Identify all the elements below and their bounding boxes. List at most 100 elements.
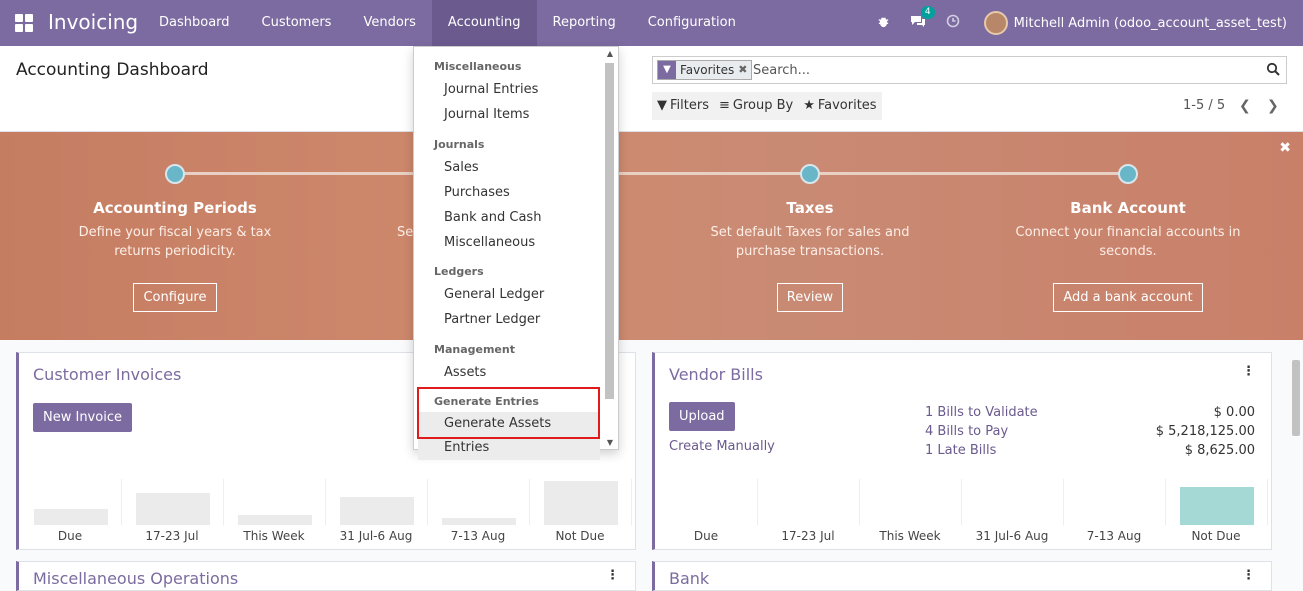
step-partial-text: Se [397,225,414,240]
pager-value[interactable]: 1-5 / 5 [1183,98,1225,113]
graph-bar[interactable] [1180,487,1254,525]
dropdown-scrollbar-thumb[interactable] [605,63,614,399]
graph-column [655,479,758,525]
menu-item-bank-and-cash[interactable]: Bank and Cash [444,210,541,225]
step-title: Bank Account [1070,199,1186,217]
misc-operations-card: Miscellaneous Operations ⋮ [16,561,636,591]
upload-button[interactable]: Upload [669,402,735,431]
graph-bar[interactable] [136,493,210,525]
menu-reporting[interactable]: Reporting [537,0,632,46]
group-by-icon: ≡ [718,98,730,113]
late-bills-link[interactable]: 1 Late Bills [925,441,996,460]
step-description: Define your fiscal years & tax returns pe… [78,225,272,259]
user-name[interactable]: Mitchell Admin (odoo_account_asset_test) [1014,16,1287,31]
bills-graph: Due 17-23 Jul This Week 31 Jul-6 Aug 7-1… [655,479,1271,549]
card-options-icon[interactable]: ⋮ [1242,568,1255,583]
page-scrollbar[interactable] [1290,352,1301,578]
bills-to-pay-link[interactable]: 4 Bills to Pay [925,422,1008,441]
graph-bar[interactable] [442,518,516,525]
graph-bar[interactable] [238,515,312,525]
bills-to-validate-link[interactable]: 1 Bills to Validate [925,403,1038,422]
progress-line [175,172,1130,175]
graph-label: 31 Jul-6 Aug [339,529,413,543]
invoices-graph: Due 17-23 Jul This Week 31 Jul-6 Aug 7-1… [19,479,635,549]
card-options-icon[interactable]: ⋮ [606,568,619,583]
pager-next-icon[interactable]: ❯ [1267,98,1279,114]
menu-item-sales[interactable]: Sales [444,160,479,175]
step-dot [165,164,185,184]
menu-vendors[interactable]: Vendors [347,0,431,46]
navbar-systray: 4 Mitchell Admin (odoo_account_asset_tes… [867,0,1287,46]
menu-configuration[interactable]: Configuration [632,0,752,46]
vendor-bills-stats: 1 Bills to Validate $ 0.00 4 Bills to Pay… [925,403,1255,460]
menu-item-partner-ledger[interactable]: Partner Ledger [444,312,540,327]
stat-value: $ 0.00 [1213,405,1255,420]
filter-funnel-icon: ▼ [658,61,676,79]
menu-item-miscellaneous[interactable]: Miscellaneous [444,235,535,250]
graph-label: This Week [879,529,941,543]
group-by-button[interactable]: ≡ Group By [714,92,798,120]
remove-facet-icon[interactable]: ✖ [738,61,751,79]
menu-dashboard[interactable]: Dashboard [143,0,246,46]
search-icon[interactable] [1266,62,1280,76]
filters-label: Filters [670,98,709,113]
menu-item-purchases[interactable]: Purchases [444,185,510,200]
graph-bar[interactable] [544,481,618,525]
step-dot [1118,164,1138,184]
stat-row: 4 Bills to Pay $ 5,218,125.00 [925,422,1255,441]
card-title[interactable]: Vendor Bills [669,365,763,384]
create-manually-link[interactable]: Create Manually [669,439,775,454]
new-invoice-button[interactable]: New Invoice [33,403,132,432]
card-title[interactable]: Customer Invoices [33,365,181,384]
group-by-label: Group By [732,98,794,113]
activity-clock-icon[interactable] [946,14,960,32]
stat-value: $ 5,218,125.00 [1155,424,1255,439]
menu-accounting[interactable]: Accounting [431,0,537,46]
graph-column [860,479,962,525]
page-title: Accounting Dashboard [16,60,209,80]
apps-menu-icon[interactable] [15,14,33,32]
card-options-icon[interactable]: ⋮ [1242,364,1255,379]
step-dot [800,164,820,184]
pager-previous-icon[interactable]: ❮ [1239,98,1251,114]
filters-button[interactable]: ▼ Filters [652,92,714,120]
search-facet-favorites: ▼ Favorites ✖ [657,60,753,80]
search-box: ▼ Favorites ✖ [652,56,1287,84]
main-menu: Dashboard Customers Vendors Accounting R… [143,0,752,46]
menu-section-header: Ledgers [434,265,484,278]
menu-customers[interactable]: Customers [246,0,348,46]
messages-icon[interactable]: 4 [910,6,935,32]
review-button[interactable]: Review [776,283,844,312]
control-panel: Accounting Dashboard ▼ Favorites ✖ ▼Filt… [0,46,1303,132]
graph-bar[interactable] [340,497,414,525]
navbar: Invoicing Dashboard Customers Vendors Ac… [0,0,1303,46]
favorites-label: Favorites [817,98,877,113]
filter-icon: ▼ [657,98,667,113]
favorites-button[interactable]: ★ Favorites [798,92,881,120]
vendor-bills-card: Vendor Bills ⋮ Upload Create Manually 1 … [652,352,1272,550]
graph-label: Due [693,529,719,543]
menu-item-assets[interactable]: Assets [444,365,486,380]
app-name[interactable]: Invoicing [48,10,138,34]
graph-label: Due [57,529,83,543]
scroll-down-icon[interactable]: ▼ [607,438,613,447]
debug-bug-icon[interactable] [877,15,890,32]
configure-button[interactable]: Configure [133,283,217,312]
scroll-up-icon[interactable]: ▲ [607,49,613,58]
menu-item-journal-items[interactable]: Journal Items [444,107,529,122]
bank-card: Bank ⋮ [652,561,1272,591]
graph-label: Not Due [555,529,605,543]
step-title: Accounting Periods [93,199,257,217]
scrollbar-thumb[interactable] [1292,360,1300,436]
graph-label: 17-23 Jul [781,529,835,543]
graph-label: 7-13 Aug [1086,529,1142,543]
user-avatar[interactable] [983,11,1008,35]
search-input[interactable] [753,60,1233,80]
menu-item-journal-entries[interactable]: Journal Entries [444,82,538,97]
step-title: Taxes [786,199,834,217]
menu-section-header: Miscellaneous [434,60,522,73]
graph-bar[interactable] [34,509,108,525]
menu-item-general-ledger[interactable]: General Ledger [444,287,544,302]
add-bank-account-button[interactable]: Add a bank account [1053,283,1203,312]
close-banner-icon[interactable]: ✖ [1279,140,1291,156]
